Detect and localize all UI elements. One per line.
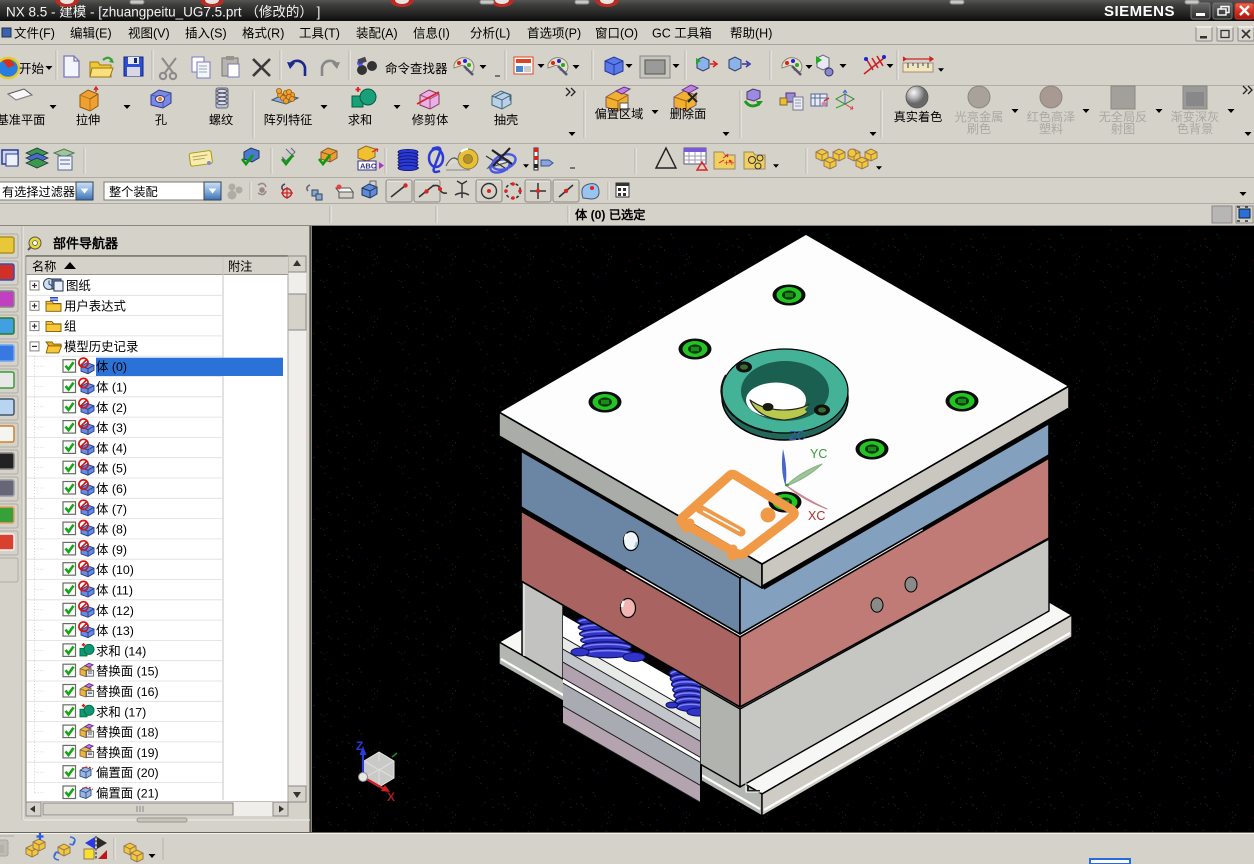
svg-text:体 (0): 体 (0) [96,360,127,374]
svg-text:替换面 (15): 替换面 (15) [96,665,159,679]
svg-text:分析(L): 分析(L) [470,27,510,41]
svg-text:体 (7): 体 (7) [96,502,127,516]
svg-text:GC 工具箱: GC 工具箱 [652,26,712,41]
svg-text:部件导航器: 部件导航器 [53,236,119,251]
svg-text:格式(R): 格式(R) [242,26,284,41]
svg-text:体 (11): 体 (11) [96,584,133,598]
svg-text:体 (3): 体 (3) [96,421,127,435]
svg-text:色背景: 色背景 [1177,122,1214,136]
svg-text:信息(I): 信息(I) [413,26,450,41]
svg-text:抽壳: 抽壳 [494,113,518,127]
svg-text:ABC: ABC [360,162,377,171]
svg-text:求和 (17): 求和 (17) [96,705,146,719]
svg-text:体 (13): 体 (13) [96,624,134,638]
svg-text:体 (2): 体 (2) [96,401,127,415]
svg-text:窗口(O): 窗口(O) [595,27,638,41]
svg-text:体 (5): 体 (5) [96,462,127,476]
svg-text:真实着色: 真实着色 [894,109,943,124]
svg-text:替换面 (19): 替换面 (19) [96,746,159,760]
svg-text:螺纹: 螺纹 [209,113,233,127]
svg-text:模型历史记录: 模型历史记录 [64,340,138,354]
svg-text:射图: 射图 [1111,121,1135,136]
svg-text:首选项(P): 首选项(P) [527,27,581,41]
svg-text:ZC: ZC [789,429,806,443]
svg-text:拉伸: 拉伸 [76,112,100,127]
svg-text:YC: YC [810,447,827,461]
svg-text:组: 组 [64,320,76,334]
svg-text:Z: Z [356,739,363,753]
svg-text:XC: XC [808,509,825,523]
svg-text:偏置面 (20): 偏置面 (20) [96,765,159,780]
svg-text:有选择过滤器: 有选择过滤器 [2,185,75,199]
svg-text:偏置区域: 偏置区域 [595,106,644,121]
svg-text:视图(V): 视图(V) [128,26,170,41]
svg-text:塑料: 塑料 [1039,121,1063,136]
svg-text:工具(T): 工具(T) [299,27,340,41]
svg-text:求和: 求和 [348,113,372,127]
svg-text:名称: 名称 [32,259,56,274]
svg-text:体 (0) 已选定: 体 (0) 已选定 [575,207,646,222]
svg-text:偏置面 (21): 偏置面 (21) [96,786,159,801]
svg-text:插入(S): 插入(S) [185,27,227,41]
svg-text:编辑(E): 编辑(E) [70,26,112,41]
svg-text:图纸: 图纸 [66,279,91,293]
svg-text:孔: 孔 [155,113,167,127]
svg-text:体 (1): 体 (1) [96,381,127,395]
svg-text:基准平面: 基准平面 [0,113,45,127]
svg-text:用户表达式: 用户表达式 [64,298,126,313]
svg-text:替换面 (18): 替换面 (18) [96,726,159,740]
svg-text:求和 (14): 求和 (14) [96,644,146,658]
svg-text:帮助(H): 帮助(H) [730,27,772,41]
svg-text:体 (9): 体 (9) [96,543,127,557]
svg-text:开始: 开始 [19,62,45,76]
svg-text:阵列特征: 阵列特征 [264,112,313,127]
svg-text:体 (12): 体 (12) [96,604,134,618]
svg-text:X: X [387,790,395,804]
svg-text:附注: 附注 [228,259,252,274]
svg-text:体 (6): 体 (6) [96,482,127,496]
svg-text:替换面 (16): 替换面 (16) [96,685,159,699]
svg-text:体 (10): 体 (10) [96,563,134,577]
svg-text:NX 8.5 - 建模 - [zhuangpeitu_UG7: NX 8.5 - 建模 - [zhuangpeitu_UG7.5.prt （修改… [6,5,320,20]
svg-text:体 (4): 体 (4) [96,441,127,455]
svg-text:++: ++ [724,158,735,168]
svg-text:删除面: 删除面 [670,106,707,121]
svg-text:文件(F): 文件(F) [14,26,55,41]
svg-text:整个装配: 整个装配 [109,184,158,199]
svg-text:刷色: 刷色 [967,122,991,136]
svg-text:SIEMENS: SIEMENS [1104,3,1175,20]
svg-text:命令查找器: 命令查找器 [385,61,448,76]
svg-text:体 (8): 体 (8) [96,523,127,537]
svg-text:装配(A): 装配(A) [356,27,398,41]
svg-text:修剪体: 修剪体 [412,112,449,127]
